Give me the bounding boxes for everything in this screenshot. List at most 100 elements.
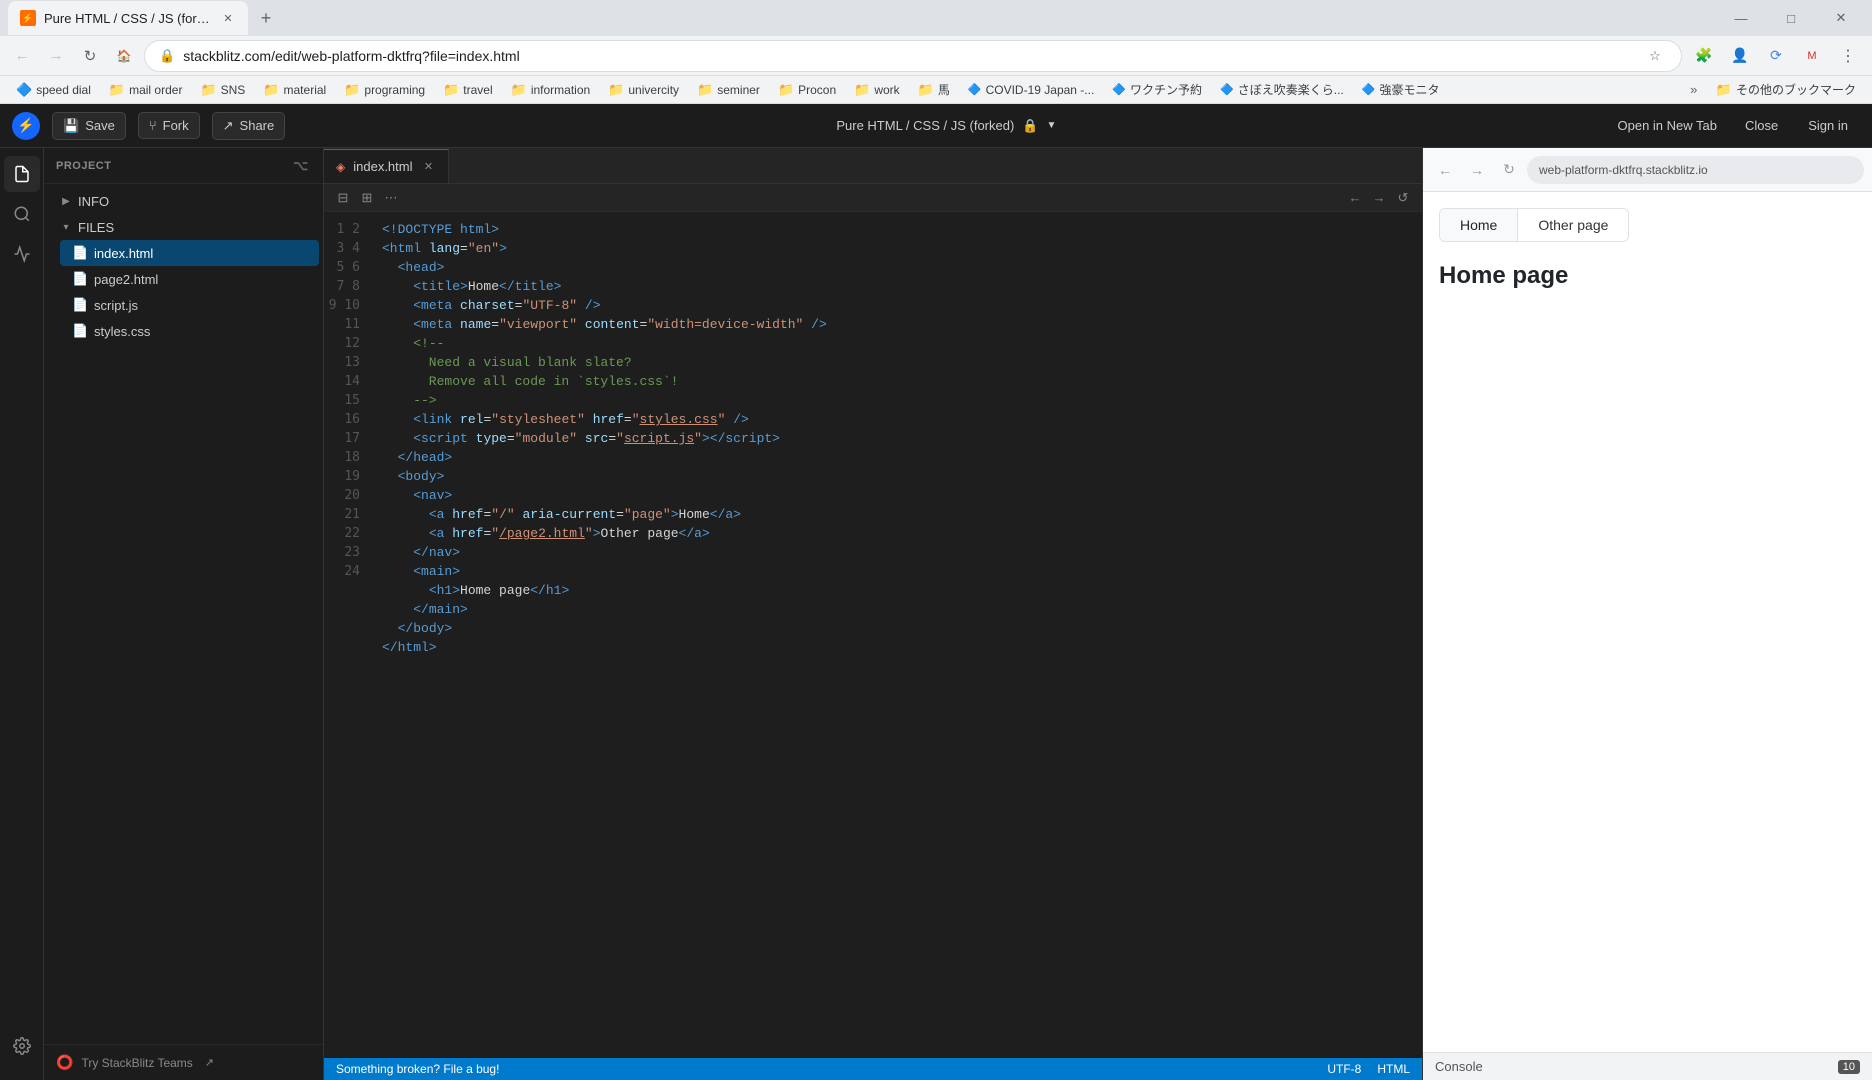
info-section: ▶ INFO [44, 188, 323, 214]
bookmark-kyokan-monitor[interactable]: 🔷 強豪モニタ [1354, 78, 1448, 101]
status-text: Something broken? File a bug! [336, 1062, 499, 1076]
tab-label: Pure HTML / CSS / JS (forked [44, 11, 212, 26]
preview-forward-button[interactable]: → [1463, 156, 1491, 184]
split-icon[interactable]: ⊞ [356, 187, 378, 209]
file-styles-label: styles.css [94, 324, 150, 339]
close-window-button[interactable]: ✕ [1818, 0, 1864, 36]
code-area[interactable]: <!DOCTYPE html> <html lang="en"> <head> … [370, 212, 1422, 1058]
bookmark-material[interactable]: 📁 material [255, 79, 334, 101]
preview-url-bar[interactable]: web-platform-dktfrq.stackblitz.io [1527, 156, 1864, 184]
bookmark-label: travel [463, 83, 492, 97]
extensions-icon[interactable]: 🧩 [1688, 40, 1720, 72]
preview-reload-button[interactable]: ↻ [1495, 156, 1523, 184]
more-icon[interactable]: ⋯ [380, 187, 402, 209]
tab-file-icon: ◈ [336, 160, 345, 174]
css-file-icon: 📄 [72, 323, 88, 339]
file-page2-html[interactable]: 📄 page2.html [60, 266, 319, 292]
bookmark-procon[interactable]: 📁 Procon [770, 79, 844, 101]
preview-heading: Home page [1439, 262, 1856, 290]
bookmark-vaccine[interactable]: 🔷 ワクチン予約 [1104, 78, 1210, 101]
active-tab[interactable]: ⚡ Pure HTML / CSS / JS (forked ✕ [8, 1, 248, 35]
tab-close-icon[interactable]: ✕ [420, 159, 436, 175]
refresh-icon[interactable]: ↺ [1392, 187, 1414, 209]
gmail-icon[interactable]: M [1796, 40, 1828, 72]
open-newtab-label: Open in New Tab [1618, 118, 1718, 133]
bookmark-work[interactable]: 📁 work [846, 79, 908, 101]
bookmark-star-icon[interactable]: ☆ [1643, 44, 1667, 68]
bookmark-label: その他のブックマーク [1736, 81, 1856, 98]
bookmark-covid[interactable]: 🔷 COVID-19 Japan -... [960, 80, 1102, 100]
file-styles-css[interactable]: 📄 styles.css [60, 318, 319, 344]
minimize-button[interactable]: — [1718, 0, 1764, 36]
bookmark-speed-dial[interactable]: 🔷 speed dial [8, 79, 99, 101]
menu-icon[interactable]: ⋮ [1832, 40, 1864, 72]
forward-button[interactable]: → [42, 42, 70, 70]
fork-button[interactable]: ⑂ Fork [138, 112, 200, 139]
stackblitz-topbar: ⚡ 💾 Save ⑂ Fork ↗ Share Pure HTML / CSS … [0, 104, 1872, 148]
signin-button[interactable]: Sign in [1796, 113, 1860, 138]
try-teams-button[interactable]: ⭕ Try StackBlitz Teams ↗ [44, 1044, 323, 1080]
reload-button[interactable]: ↻ [76, 42, 104, 70]
bookmarks-more-button[interactable]: » [1682, 78, 1706, 102]
bookmark-saboe[interactable]: 🔷 さぼえ吹奏楽くら... [1212, 78, 1352, 101]
folder-icon: 📁 [1716, 82, 1732, 98]
tab-close-button[interactable]: ✕ [220, 10, 236, 26]
editor-content[interactable]: 1 2 3 4 5 6 7 8 9 10 11 12 13 14 15 16 1… [324, 212, 1422, 1058]
editor-toolbar-right: ← → ↺ [1344, 187, 1414, 209]
sidebar-icon-search[interactable] [4, 196, 40, 232]
maximize-button[interactable]: □ [1768, 0, 1814, 36]
favicon-icon: 🔷 [968, 83, 982, 96]
bookmark-uma[interactable]: 📁 馬 [910, 78, 958, 101]
browser-title-bar: ⚡ Pure HTML / CSS / JS (forked ✕ + — □ ✕ [0, 0, 1872, 36]
preview-other-btn[interactable]: Other page [1518, 209, 1628, 241]
nav-back-icon[interactable]: ← [1344, 187, 1366, 209]
external-link-icon: ↗ [205, 1056, 214, 1069]
console-badge: 10 [1838, 1060, 1860, 1074]
nav-forward-icon[interactable]: → [1368, 187, 1390, 209]
sidebar-bottom [4, 1028, 40, 1072]
bookmark-seminer[interactable]: 📁 seminer [689, 79, 768, 101]
tab-filename: index.html [353, 159, 412, 174]
bookmark-information[interactable]: 📁 information [503, 79, 599, 101]
bookmark-label: さぼえ吹奏楽くら... [1238, 81, 1344, 98]
open-newtab-button[interactable]: Open in New Tab [1608, 113, 1728, 138]
stackblitz-app: ⚡ 💾 Save ⑂ Fork ↗ Share Pure HTML / CSS … [0, 104, 1872, 1080]
folder-icon: 📁 [608, 82, 624, 98]
save-button[interactable]: 💾 Save [52, 112, 126, 140]
bookmark-programing[interactable]: 📁 programing [336, 79, 433, 101]
status-encoding: UTF-8 [1327, 1062, 1361, 1076]
sidebar-icon-settings[interactable] [4, 1028, 40, 1064]
sidebar-icons [0, 148, 44, 1080]
info-tree-item[interactable]: ▶ INFO [48, 188, 319, 214]
bookmark-sns[interactable]: 📁 SNS [192, 79, 253, 101]
bookmark-label: ワクチン予約 [1130, 81, 1202, 98]
sidebar-icon-files[interactable] [4, 156, 40, 192]
preview-back-button[interactable]: ← [1431, 156, 1459, 184]
bookmark-label: SNS [221, 83, 246, 97]
file-script-js[interactable]: 📄 script.js [60, 292, 319, 318]
preview-home-btn[interactable]: Home [1440, 209, 1518, 241]
browser-nav-bar: ← → ↻ 🏠 🔒 stackblitz.com/edit/web-platfo… [0, 36, 1872, 76]
files-tree-item[interactable]: ▾ FILES [48, 214, 319, 240]
profile-icon[interactable]: 👤 [1724, 40, 1756, 72]
stackblitz-logo[interactable]: ⚡ [12, 112, 40, 140]
close-button[interactable]: Close [1735, 113, 1788, 138]
view-icon[interactable]: ⊟ [332, 187, 354, 209]
bookmark-mail-order[interactable]: 📁 mail order [101, 79, 191, 101]
sync-icon[interactable]: ⟳ [1760, 40, 1792, 72]
address-bar[interactable]: 🔒 stackblitz.com/edit/web-platform-dktfr… [144, 40, 1682, 72]
back-button[interactable]: ← [8, 42, 36, 70]
sidebar-icon-activity[interactable] [4, 236, 40, 272]
bookmarks-bar: 🔷 speed dial 📁 mail order 📁 SNS 📁 materi… [0, 76, 1872, 104]
bookmark-travel[interactable]: 📁 travel [435, 79, 501, 101]
bookmark-other[interactable]: 📁 その他のブックマーク [1708, 78, 1864, 101]
bookmark-univercity[interactable]: 📁 univercity [600, 79, 687, 101]
panel-filter-button[interactable]: ⌥ [291, 156, 311, 176]
share-button[interactable]: ↗ Share [212, 112, 286, 140]
new-tab-button[interactable]: + [252, 4, 280, 32]
file-index-html[interactable]: 📄 index.html [60, 240, 319, 266]
preview-content: Home Other page Home page [1423, 192, 1872, 1052]
console-label[interactable]: Console [1435, 1059, 1483, 1074]
editor-tab-index-html[interactable]: ◈ index.html ✕ [324, 149, 449, 183]
home-button[interactable]: 🏠 [110, 42, 138, 70]
